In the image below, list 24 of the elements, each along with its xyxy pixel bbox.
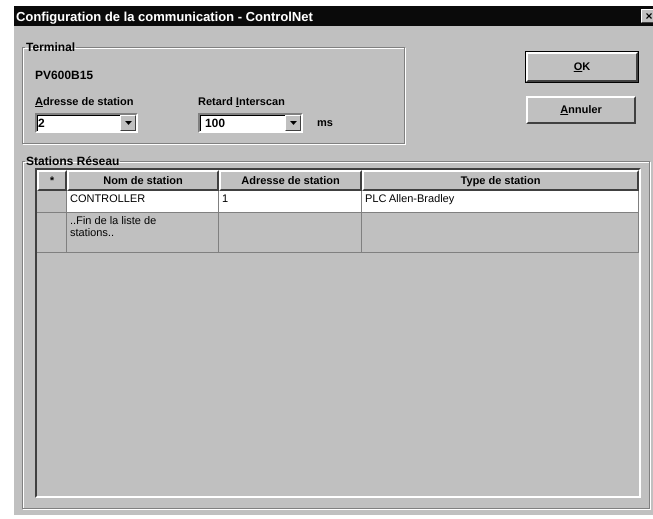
window-title: Configuration de la communication - ControlNet xyxy=(16,8,313,24)
column-header[interactable]: Nom de station xyxy=(67,170,219,191)
unit-label: ms xyxy=(317,117,333,129)
column-header[interactable]: Type de station xyxy=(362,170,639,191)
table-cell: PLC Allen-Bradley xyxy=(362,191,639,213)
column-header[interactable]: Adresse de station xyxy=(219,170,362,191)
dropdown-arrow-icon xyxy=(290,121,296,125)
table-cell: 1 xyxy=(219,191,362,213)
dropdown-arrow-icon xyxy=(124,121,132,125)
row-header[interactable] xyxy=(37,191,67,213)
group-title: Terminal xyxy=(25,40,76,54)
default-button[interactable]: OK xyxy=(526,52,638,82)
station-address-dropdown[interactable]: 2 xyxy=(35,113,138,133)
close-button[interactable]: × xyxy=(641,9,653,23)
column-header[interactable]: * xyxy=(37,170,67,191)
table-cell: CONTROLLER xyxy=(67,191,219,213)
terminal-name: PV600B15 xyxy=(35,68,94,82)
interscan-dropdown[interactable]: 100 xyxy=(198,113,303,133)
field-label: Retard Interscan xyxy=(198,96,286,108)
group-title: Stations Réseau xyxy=(25,154,120,168)
table-cell: ..Fin de la liste de stations.. xyxy=(67,213,219,253)
dialog-button[interactable]: Annuler xyxy=(526,96,636,124)
row-header[interactable] xyxy=(37,213,67,253)
field-label: Adresse de station xyxy=(35,96,134,108)
